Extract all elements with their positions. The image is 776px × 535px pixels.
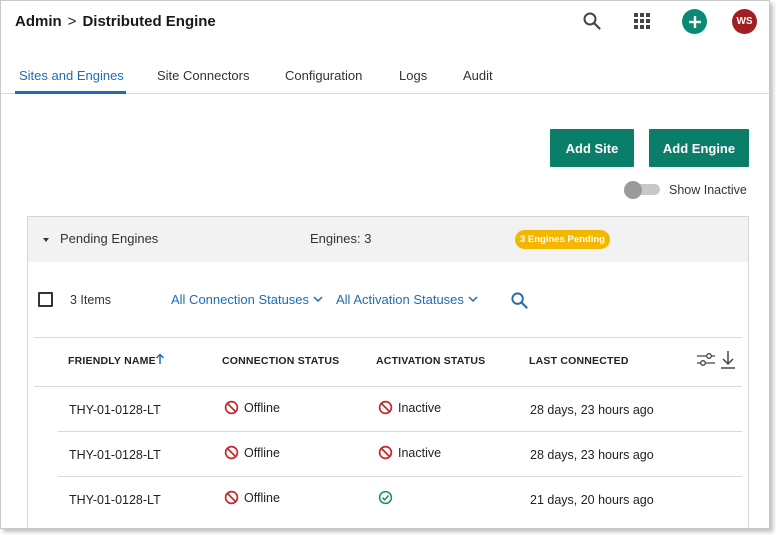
apps-grid-icon[interactable] [629, 8, 655, 34]
column-activation-status[interactable]: ACTIVATION STATUS [376, 355, 485, 367]
engines-count: Engines: 3 [310, 231, 372, 246]
table-search-icon[interactable] [508, 289, 530, 311]
items-count: 3 Items [70, 293, 111, 307]
sort-ascending-icon[interactable] [155, 352, 165, 370]
breadcrumb-separator: > [67, 13, 77, 30]
last-connected-cell: 28 days, 23 hours ago [530, 403, 654, 417]
app-window: Admin > Distributed Engine WS Sites and … [0, 0, 770, 529]
check-circle-icon [378, 490, 393, 505]
pending-badge: 3 Engines Pending [515, 230, 610, 249]
column-connection-status[interactable]: CONNECTION STATUS [222, 355, 339, 367]
tab-audit[interactable]: Audit [463, 68, 493, 83]
add-icon[interactable] [682, 9, 707, 34]
activation-filter-label: All Activation Statuses [336, 292, 464, 307]
add-engine-button[interactable]: Add Engine [649, 129, 749, 167]
table-row[interactable]: THY-01-0128-LT Offline Inactive 28 days,… [58, 432, 742, 477]
connection-status-cell: Offline [224, 400, 280, 415]
engine-name[interactable]: THY-01-0128-LT [69, 448, 161, 462]
activation-status-cell: Inactive [378, 445, 441, 460]
connection-filter-label: All Connection Statuses [171, 292, 310, 307]
breadcrumb-admin[interactable]: Admin [15, 13, 62, 30]
tab-configuration[interactable]: Configuration [285, 68, 362, 83]
tab-logs[interactable]: Logs [399, 68, 427, 83]
connection-status-cell: Offline [224, 490, 280, 505]
column-settings-icon[interactable] [696, 351, 716, 374]
column-last-connected[interactable]: LAST CONNECTED [529, 355, 629, 367]
connection-status-filter[interactable]: All Connection Statuses [171, 292, 323, 307]
chevron-down-icon [313, 296, 323, 303]
chevron-down-icon [468, 296, 478, 303]
engine-name[interactable]: THY-01-0128-LT [69, 493, 161, 507]
tab-site-connectors[interactable]: Site Connectors [157, 68, 250, 83]
table-row[interactable]: THY-01-0128-LT Offline Inactive 28 days,… [58, 387, 742, 432]
connection-status-text: Offline [244, 490, 280, 505]
top-header: Admin > Distributed Engine WS [1, 1, 769, 51]
page-title: Distributed Engine [82, 13, 216, 30]
last-connected-cell: 21 days, 20 hours ago [530, 493, 654, 507]
tab-sites-and-engines[interactable]: Sites and Engines [19, 68, 124, 83]
breadcrumb: Admin > Distributed Engine [15, 13, 216, 30]
download-icon[interactable] [720, 350, 736, 375]
active-tab-indicator [15, 91, 126, 94]
connection-status-cell: Offline [224, 445, 280, 460]
show-inactive-label: Show Inactive [669, 183, 747, 197]
show-inactive-toggle[interactable] [624, 181, 662, 199]
activation-status-text: Inactive [398, 400, 442, 415]
blocked-icon [224, 445, 239, 460]
last-connected-cell: 28 days, 23 hours ago [530, 448, 654, 462]
column-friendly-name[interactable]: FRIENDLY NAME [68, 355, 156, 367]
blocked-icon [224, 400, 239, 415]
pending-engines-panel: Pending Engines Engines: 3 3 Engines Pen… [27, 216, 749, 528]
select-all-checkbox[interactable] [38, 292, 53, 307]
engine-name[interactable]: THY-01-0128-LT [69, 403, 161, 417]
tab-bar: Sites and Engines Site Connectors Config… [1, 59, 769, 94]
activation-status-text: Inactive [398, 445, 442, 460]
blocked-icon [378, 445, 393, 460]
activation-status-cell [378, 490, 398, 505]
toggle-knob [624, 181, 642, 199]
collapse-caret-icon[interactable] [42, 236, 50, 245]
blocked-icon [378, 400, 393, 415]
activation-status-cell: Inactive [378, 400, 441, 415]
add-site-button[interactable]: Add Site [550, 129, 634, 167]
user-avatar[interactable]: WS [732, 9, 757, 34]
search-icon[interactable] [579, 8, 605, 34]
panel-title: Pending Engines [60, 231, 159, 246]
blocked-icon [224, 490, 239, 505]
connection-status-text: Offline [244, 400, 280, 415]
connection-status-text: Offline [244, 445, 280, 460]
table-row[interactable]: THY-01-0128-LT Offline 21 days, 20 hours… [58, 477, 742, 522]
activation-status-filter[interactable]: All Activation Statuses [336, 292, 478, 307]
table-header: FRIENDLY NAME CONNECTION STATUS ACTIVATI… [34, 337, 742, 387]
panel-header[interactable]: Pending Engines Engines: 3 3 Engines Pen… [28, 217, 748, 262]
